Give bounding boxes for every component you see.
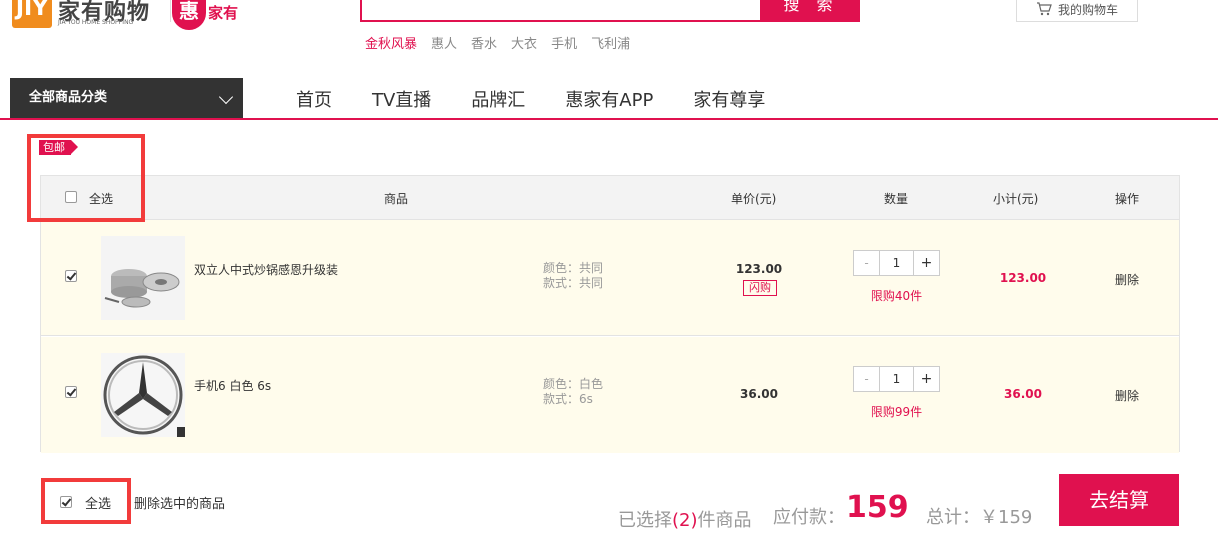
delete-item-button[interactable]: 删除 xyxy=(1115,387,1139,404)
cart-icon xyxy=(1036,2,1052,16)
hot-search-words: 金秋风暴 惠人 香水 大衣 手机 飞利浦 xyxy=(365,33,630,52)
all-categories-label: 全部商品分类 xyxy=(29,90,108,105)
product-attributes: 颜色：共同 款式：共同 xyxy=(543,261,603,291)
item-subtotal: 123.00 xyxy=(999,271,1047,285)
total-amount: 总计：￥159 xyxy=(926,507,1033,528)
star-emblem-image xyxy=(101,353,185,437)
logo-mark: JIY xyxy=(12,0,52,28)
purchase-limit: 限购40件 xyxy=(870,289,923,303)
product-style: 款式：6s xyxy=(543,392,593,406)
unit-price: 36.00 xyxy=(740,387,778,401)
hui-logo-icon[interactable]: 惠 xyxy=(172,0,206,30)
column-subtotal: 小计(元) xyxy=(993,192,1039,206)
column-product: 商品 xyxy=(384,192,409,206)
column-quantity: 数量 xyxy=(884,192,909,206)
wok-set-image xyxy=(101,236,185,320)
site-logo[interactable]: JIY 家有购物 JIA YOU HOME SHOPPING xyxy=(12,0,171,30)
hot-word[interactable]: 香水 xyxy=(471,33,497,52)
hot-word[interactable]: 飞利浦 xyxy=(591,33,630,52)
item-checkbox[interactable] xyxy=(65,386,77,398)
main-nav: 首页 TV直播 品牌汇 惠家有APP 家有尊享 xyxy=(296,86,765,112)
highlight-box-select-all-top xyxy=(27,134,145,222)
product-thumbnail[interactable] xyxy=(101,353,185,437)
product-style: 款式：共同 xyxy=(543,276,604,290)
quantity-increase-button[interactable]: + xyxy=(913,367,939,391)
logo-divider xyxy=(170,0,171,22)
quantity-stepper: - 1 + xyxy=(853,250,940,276)
hui-logo-text[interactable]: 家有 xyxy=(208,2,238,23)
hot-word[interactable]: 手机 xyxy=(551,33,577,52)
column-action: 操作 xyxy=(1115,192,1140,206)
hot-word[interactable]: 惠人 xyxy=(431,33,457,52)
quantity-increase-button[interactable]: + xyxy=(913,251,939,275)
chevron-down-icon xyxy=(218,89,234,105)
selected-count-summary: 已选择(2)件商品 xyxy=(618,506,752,532)
item-checkbox[interactable] xyxy=(65,270,77,282)
logo-subtitle: JIA YOU HOME SHOPPING xyxy=(58,19,134,26)
product-color: 颜色：共同 xyxy=(543,261,604,275)
quantity-decrease-button[interactable]: - xyxy=(854,251,880,275)
nav-item-brands[interactable]: 品牌汇 xyxy=(471,86,525,112)
hot-word[interactable]: 大衣 xyxy=(511,33,537,52)
column-unit-price: 单价(元) xyxy=(731,192,777,206)
delete-item-button[interactable]: 删除 xyxy=(1115,271,1139,288)
delete-selected-button[interactable]: 删除选中的商品 xyxy=(134,493,225,512)
purchase-limit: 限购99件 xyxy=(870,405,923,419)
nav-divider xyxy=(0,118,1218,120)
selected-count: (2) xyxy=(672,510,698,531)
nav-item-app[interactable]: 惠家有APP xyxy=(565,86,653,112)
unit-price: 123.00 xyxy=(735,262,783,276)
all-categories-menu[interactable]: 全部商品分类 xyxy=(10,78,243,118)
search-button[interactable]: 搜 索 xyxy=(762,0,860,22)
nav-item-home[interactable]: 首页 xyxy=(296,86,332,112)
flash-sale-badge: 闪购 xyxy=(743,280,777,296)
selected-prefix: 已选择 xyxy=(618,510,672,531)
checkout-button[interactable]: 去结算 xyxy=(1059,474,1179,526)
product-name[interactable]: 双立人中式炒锅感恩升级装 xyxy=(194,261,338,278)
cart-item-row: 双立人中式炒锅感恩升级装 颜色：共同 款式：共同 123.00 闪购 - 1 +… xyxy=(41,220,1179,336)
hot-word[interactable]: 金秋风暴 xyxy=(365,33,417,52)
cart-table: 全选 商品 单价(元) 数量 小计(元) 操作 双立人中式炒锅感恩升级装 颜色：… xyxy=(40,175,1180,453)
item-subtotal: 36.00 xyxy=(1004,387,1042,401)
my-cart-button[interactable]: 我的购物车 xyxy=(1016,0,1138,22)
footer-select-all-checkbox[interactable] xyxy=(60,496,72,508)
product-name[interactable]: 手机6 白色 6s xyxy=(194,377,271,394)
quantity-decrease-button[interactable]: - xyxy=(854,367,880,391)
nav-item-vip[interactable]: 家有尊享 xyxy=(693,86,765,112)
quantity-stepper: - 1 + xyxy=(853,366,940,392)
quantity-input[interactable]: 1 xyxy=(880,251,913,275)
search-input[interactable] xyxy=(360,0,762,22)
cart-item-row: 手机6 白色 6s 颜色：白色 款式：6s 36.00 - 1 + 限购99件 … xyxy=(41,337,1179,453)
nav-item-tv-live[interactable]: TV直播 xyxy=(372,86,431,112)
cart-table-header: 全选 商品 单价(元) 数量 小计(元) 操作 xyxy=(41,176,1179,220)
payable-label: 应付款： xyxy=(773,507,845,528)
selected-suffix: 件商品 xyxy=(697,510,752,531)
footer-select-all-label[interactable]: 全选 xyxy=(85,493,111,512)
product-attributes: 颜色：白色 款式：6s xyxy=(543,377,603,407)
payable-amount: 159 xyxy=(846,490,909,525)
my-cart-label: 我的购物车 xyxy=(1057,2,1118,17)
quantity-input[interactable]: 1 xyxy=(880,367,913,391)
product-color: 颜色：白色 xyxy=(543,377,604,391)
product-thumbnail[interactable] xyxy=(101,236,185,320)
